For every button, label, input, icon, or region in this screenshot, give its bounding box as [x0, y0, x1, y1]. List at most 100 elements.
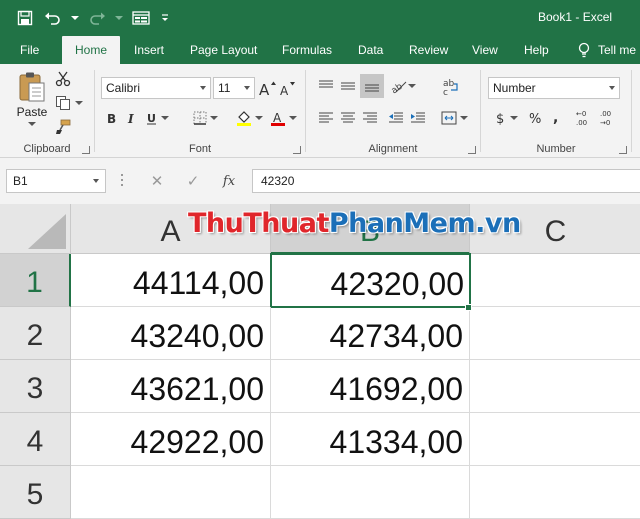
top-align-button[interactable] — [316, 76, 336, 96]
cut-button[interactable] — [54, 70, 72, 88]
select-all-button[interactable] — [0, 204, 71, 254]
watermark-part-1: ThuThuat — [188, 208, 329, 239]
cancel-icon[interactable]: ✕ — [139, 172, 175, 190]
font-group: Calibri 11 A A B I U A Font — [95, 64, 305, 158]
clipboard-group-label: Clipboard — [23, 143, 71, 155]
tab-file[interactable]: File — [20, 36, 39, 64]
undo-dropdown[interactable] — [70, 7, 80, 29]
font-name-dropdown[interactable]: Calibri — [101, 77, 211, 99]
format-painter-button[interactable] — [54, 118, 72, 136]
chevron-down-icon — [160, 116, 169, 120]
comma-style-button[interactable]: , — [549, 108, 563, 128]
cell-b2[interactable]: 42734,00 — [271, 307, 470, 360]
cell-b1[interactable]: 42320,00 — [270, 253, 471, 308]
svg-text:ab: ab — [390, 82, 405, 94]
align-center-button[interactable] — [338, 108, 358, 128]
cell-a4[interactable]: 42922,00 — [71, 413, 271, 466]
decrease-indent-button[interactable] — [386, 108, 406, 128]
undo-button[interactable] — [42, 7, 64, 29]
tab-home[interactable]: Home — [62, 36, 120, 64]
font-size-dropdown[interactable]: 11 — [213, 77, 255, 99]
copy-button[interactable] — [54, 94, 84, 112]
row-header-1[interactable]: 1 — [0, 254, 71, 307]
tab-insert[interactable]: Insert — [134, 36, 164, 64]
redo-button[interactable] — [86, 7, 108, 29]
cell-c1[interactable] — [470, 254, 640, 307]
number-launcher-icon[interactable] — [619, 146, 627, 154]
borders-button[interactable] — [189, 108, 221, 128]
customize-qat-button[interactable] — [158, 7, 172, 29]
increase-font-size-button[interactable]: A — [259, 77, 277, 99]
cell-c3[interactable] — [470, 360, 640, 413]
paste-button[interactable]: Paste — [12, 70, 52, 128]
cell-c2[interactable] — [470, 307, 640, 360]
cell-a2[interactable]: 43240,00 — [71, 307, 271, 360]
redo-dropdown[interactable] — [114, 7, 124, 29]
worksheet-grid[interactable]: A B C 1 2 3 4 5 44114,00 42320,00 43240,… — [0, 204, 640, 519]
cell-b4[interactable]: 41334,00 — [271, 413, 470, 466]
merge-center-button[interactable] — [438, 108, 470, 128]
fill-handle[interactable] — [465, 304, 472, 311]
underline-button[interactable]: U — [143, 108, 171, 128]
group-divider — [631, 70, 632, 152]
tab-data[interactable]: Data — [358, 36, 383, 64]
row-header-2[interactable]: 2 — [0, 307, 71, 360]
cell-b3[interactable]: 41692,00 — [271, 360, 470, 413]
align-right-button[interactable] — [360, 108, 380, 128]
row-header-5[interactable]: 5 — [0, 466, 71, 519]
cell-a3[interactable]: 43621,00 — [71, 360, 271, 413]
font-color-button[interactable]: A — [267, 108, 299, 128]
form-button[interactable] — [130, 7, 152, 29]
font-launcher-icon[interactable] — [293, 146, 301, 154]
cell-c5[interactable] — [470, 466, 640, 519]
alignment-group-label: Alignment — [368, 143, 418, 155]
bold-button[interactable]: B — [103, 108, 121, 128]
orientation-button[interactable]: ab — [388, 76, 418, 96]
svg-text:A: A — [259, 81, 270, 96]
tab-review[interactable]: Review — [409, 36, 448, 64]
form-icon — [132, 11, 150, 25]
bottom-align-button[interactable] — [360, 74, 384, 98]
watermark-part-2: PhanMem.vn — [328, 208, 521, 239]
insert-function-button[interactable]: fx — [211, 174, 247, 189]
fill-color-button[interactable] — [233, 108, 265, 128]
row-header-3[interactable]: 3 — [0, 360, 71, 413]
chevron-down-icon — [609, 86, 615, 90]
number-group: Number $ % , ←0.00 .00 →0 Number — [481, 64, 631, 158]
percent-style-button[interactable]: % — [527, 108, 543, 128]
align-top-icon — [319, 80, 333, 88]
outdent-icon — [389, 112, 403, 123]
decrease-decimal-button[interactable]: .00 →0 — [599, 106, 621, 130]
tab-formulas[interactable]: Formulas — [282, 36, 332, 64]
tab-page-layout[interactable]: Page Layout — [190, 36, 257, 64]
name-box[interactable]: B1 — [6, 169, 106, 193]
number-format-dropdown[interactable]: Number — [488, 77, 620, 99]
cell-b5[interactable] — [271, 466, 470, 519]
tell-me-search[interactable]: Tell me — [578, 36, 636, 64]
formula-input[interactable]: 42320 — [252, 169, 640, 193]
alignment-launcher-icon[interactable] — [468, 146, 476, 154]
clipboard-launcher-icon[interactable] — [82, 146, 90, 154]
cell-a5[interactable] — [71, 466, 271, 519]
cell-a1[interactable]: 44114,00 — [71, 254, 271, 307]
tab-help[interactable]: Help — [524, 36, 549, 64]
indent-icon — [411, 112, 425, 123]
decrease-font-size-button[interactable]: A — [279, 77, 297, 99]
cell-c4[interactable] — [470, 413, 640, 466]
wrap-text-icon: abc — [443, 79, 458, 96]
tab-view[interactable]: View — [472, 36, 498, 64]
align-left-button[interactable] — [316, 108, 336, 128]
increase-decimal-icon: ←0.00 — [576, 110, 587, 127]
row-header-4[interactable]: 4 — [0, 413, 71, 466]
resize-handle[interactable] — [121, 174, 124, 188]
middle-align-button[interactable] — [338, 76, 358, 96]
increase-decimal-button[interactable]: ←0.00 — [575, 106, 597, 130]
italic-button[interactable]: I — [123, 108, 141, 128]
save-button[interactable] — [14, 7, 36, 29]
increase-indent-button[interactable] — [408, 108, 428, 128]
accounting-format-button[interactable]: $ — [491, 108, 521, 128]
svg-text:,: , — [553, 110, 558, 126]
wrap-text-button[interactable]: ab c — [440, 76, 462, 98]
svg-text:U: U — [147, 112, 156, 125]
enter-icon[interactable]: ✓ — [175, 172, 211, 190]
